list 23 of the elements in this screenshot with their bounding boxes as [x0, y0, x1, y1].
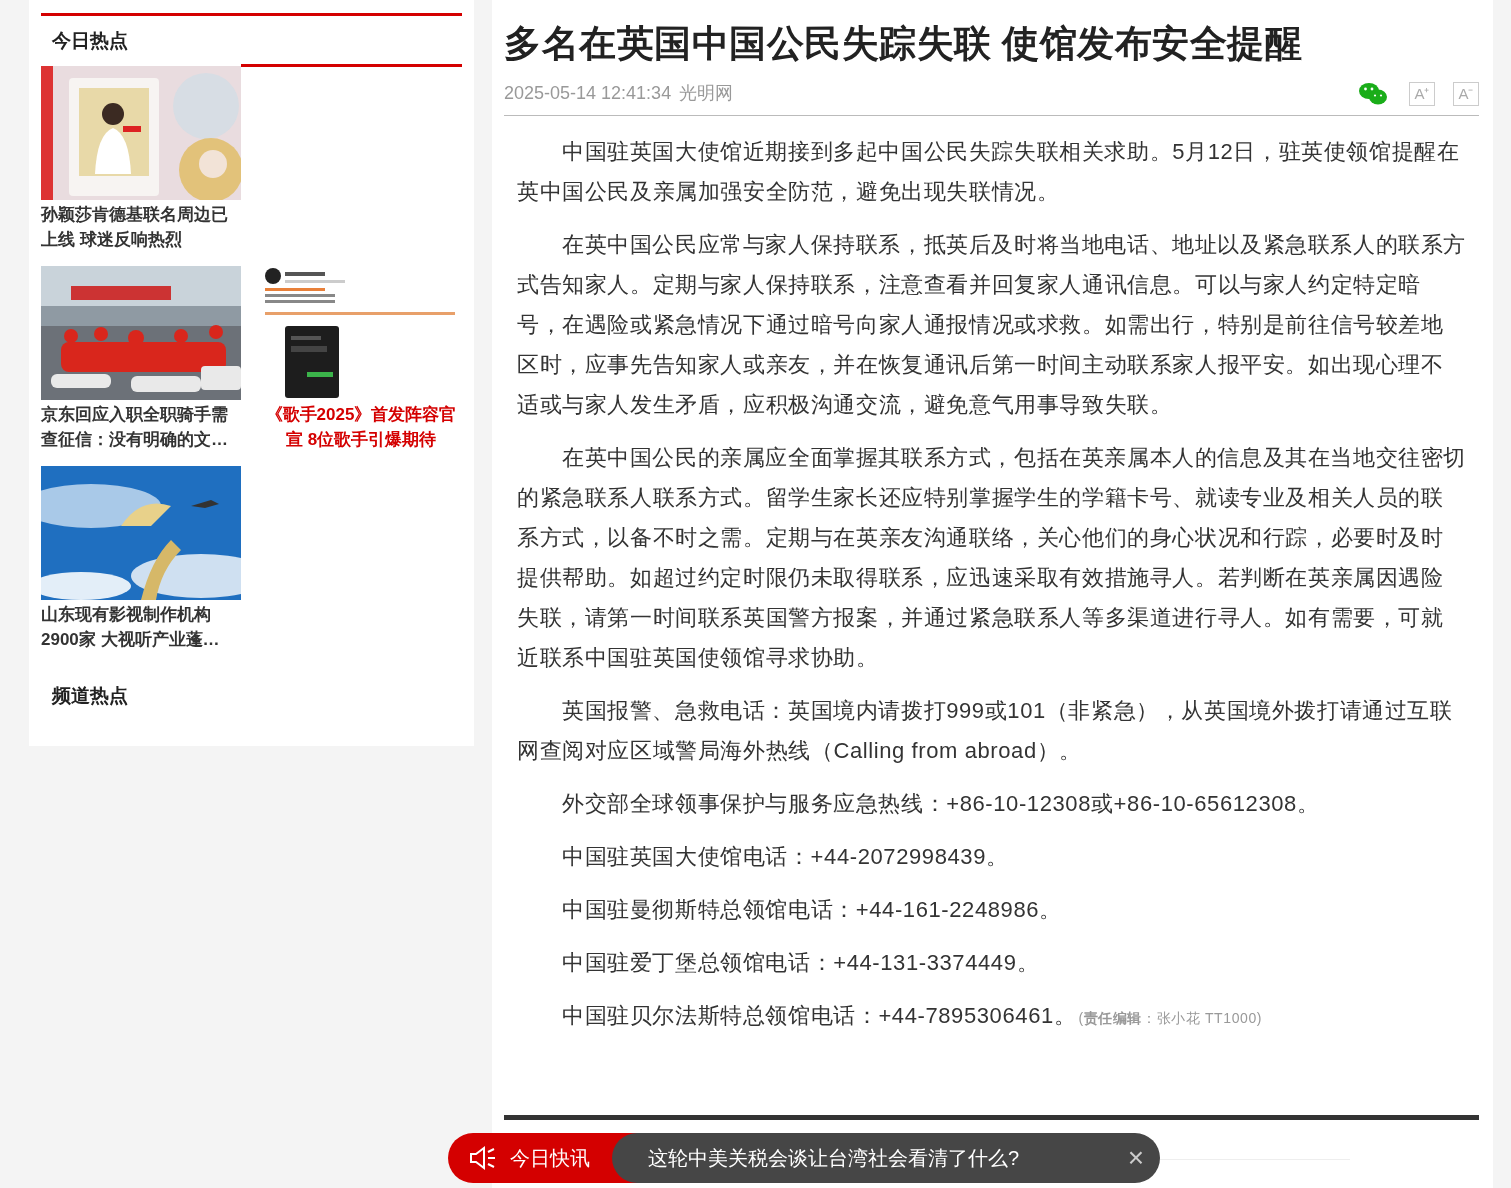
article-paragraph: 在英中国公民的亲属应全面掌握其联系方式，包括在英亲属本人的信息及其在当地交往密切的紧急联系人联系方式。留学生家长还应特别掌握学生的学籍卡号、就读专业及相关人员的联系方式，以备不时之需。定期与在英亲友沟通联络，关心他们的身心状况和行踪，必要时及时提供帮助。如超过约定时限仍未取得联系，应迅速采取有效措施寻人。若判断在英亲属因遇险失联，请第一时间联系英国警方报案，并通过紧急联系人等多渠道进行寻人。如有需要，可就近联系中国驻英国使领馆寻求协助。	[517, 444, 1466, 672]
ticker-title: 今日快讯	[510, 1146, 590, 1171]
article-paragraph: 中国驻贝尔法斯特总领馆电话：+44-7895306461。(责任编辑：张小花 TT1000)	[561, 1002, 1264, 1030]
article-title: 多名在英国中国公民失踪失联 使馆发布安全提醒	[504, 22, 1304, 66]
article-paragraph: 外交部全球领事保护与服务应急热线：+86-10-12308或+86-10-65612308。	[561, 790, 1321, 818]
publish-date: 2025-05-14 12:41:34	[504, 82, 672, 105]
editor-note: (责任编辑：张小花 TT1000)	[1078, 1010, 1263, 1026]
headline-link[interactable]: 京东回应入职全职骑手需查征信：没有明确的文…	[41, 402, 241, 452]
section-heading: 今日热点	[52, 28, 128, 53]
article-paragraph: 中国驻曼彻斯特总领馆电话：+44-161-2248986。	[561, 896, 1063, 924]
section-heading: 频道热点	[52, 683, 128, 708]
article-paragraph: 在英中国公民应常与家人保持联系，抵英后及时将当地电话、地址以及紧急联系人的联系方式告知家人。定期与家人保持联系，注意查看并回复家人通讯信息。可以与家人约定特定暗号，在遇险或紧急情况下通过暗号向家人通报情况或求救。如需出行，特别是前往信号较差地区时，应事先告知家人或亲友，并在恢复通讯后第一时间主动联系家人报平安。如出现心理不适或与家人发生矛盾，应积极沟通交流，避免意气用事导致失联。	[517, 231, 1466, 419]
headline-link[interactable]: 孙颖莎肯德基联名周边已上线 球迷反响热烈	[41, 202, 241, 252]
ticker-headline[interactable]: 这轮中美关税会谈让台湾社会看清了什么?	[648, 1143, 1128, 1173]
article-paragraph: 中国驻英国大使馆电话：+44-2072998439。	[561, 843, 1010, 871]
speaker-icon	[468, 1145, 498, 1171]
headline-link[interactable]: 山东现有影视制作机构2900家 大视听产业蓬…	[41, 602, 241, 652]
headline-link[interactable]: 《歌手2025》首发阵容官宣 8位歌手引爆期待	[261, 402, 461, 452]
close-button[interactable]: ×	[1127, 1144, 1144, 1172]
article-paragraph: 英国报警、急救电话：英国境内请拨打999或101（非紧急），从英国境外拨打请通过互联网查阅对应区域警局海外热线（Calling from abroad）。	[517, 697, 1454, 765]
article-paragraph: 中国驻爱丁堡总领馆电话：+44-131-3374449。	[561, 949, 1041, 977]
wechat-icon[interactable]	[1359, 81, 1387, 106]
article-paragraph: 中国驻英国大使馆近期接到多起中国公民失踪失联相关求助。5月12日，驻英使领馆提醒在英中国公民及亲属加强安全防范，避免出现失联情况。	[517, 138, 1461, 206]
